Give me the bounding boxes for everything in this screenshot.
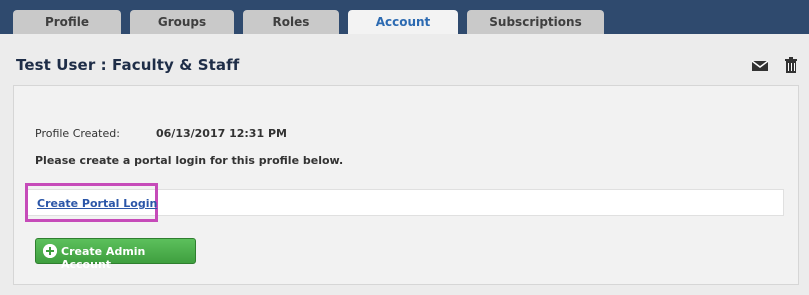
page-title: Test User : Faculty & Staff xyxy=(16,56,240,74)
tab-roles[interactable]: Roles xyxy=(243,10,339,34)
tab-account[interactable]: Account xyxy=(348,10,458,34)
create-portal-login-link[interactable]: Create Portal Login xyxy=(37,197,157,210)
profile-created-value: 06/13/2017 12:31 PM xyxy=(156,127,287,140)
portal-login-instruction: Please create a portal login for this pr… xyxy=(35,154,344,167)
tab-subscriptions[interactable]: Subscriptions xyxy=(467,10,604,34)
create-admin-account-button[interactable]: Create Admin Account xyxy=(35,238,196,271)
plus-circle-icon xyxy=(43,244,57,258)
tab-profile[interactable]: Profile xyxy=(13,10,121,34)
tab-groups[interactable]: Groups xyxy=(130,10,234,34)
trash-icon[interactable] xyxy=(783,56,799,74)
profile-created-label: Profile Created: xyxy=(35,127,120,140)
mail-icon[interactable] xyxy=(751,58,769,74)
create-admin-account-label: Create Admin Account xyxy=(61,245,146,271)
